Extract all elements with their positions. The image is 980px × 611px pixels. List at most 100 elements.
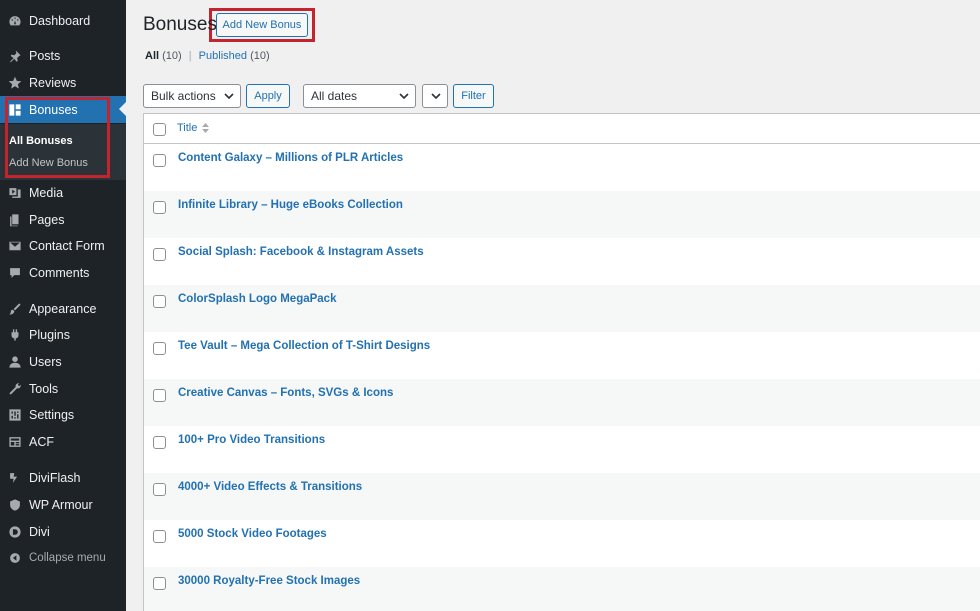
flash-icon (7, 470, 23, 486)
dates-select[interactable]: All dates (303, 84, 416, 108)
row-checkbox[interactable] (153, 248, 166, 261)
chevron-down-icon (224, 93, 234, 100)
plug-icon (7, 327, 23, 343)
sidebar-item-label: Dashboard (29, 13, 91, 28)
table-row: Creative Canvas – Fonts, SVGs & Icons (144, 379, 980, 426)
pages-icon (7, 212, 23, 228)
row-checkbox[interactable] (153, 483, 166, 496)
sidebar-item-diviflash[interactable]: DiviFlash (0, 464, 126, 491)
column-title-header[interactable]: Title (177, 122, 210, 134)
sidebar-item-tools[interactable]: Tools (0, 375, 126, 402)
acf-icon (7, 434, 23, 450)
bonuses-submenu: All Bonuses Add New Bonus (0, 124, 126, 180)
row-title-link[interactable]: 30000 Royalty-Free Stock Images (178, 575, 360, 587)
filter-all-link[interactable]: All (145, 50, 159, 62)
row-title-link[interactable]: Creative Canvas – Fonts, SVGs & Icons (178, 387, 393, 399)
row-title-link[interactable]: Infinite Library – Huge eBooks Collectio… (178, 199, 403, 211)
row-title-link[interactable]: 100+ Pro Video Transitions (178, 434, 325, 446)
grid-icon (7, 102, 23, 118)
table-row: Social Splash: Facebook & Instagram Asse… (144, 238, 980, 285)
sidebar-item-comments[interactable]: Comments (0, 259, 126, 286)
filter-published-link[interactable]: Published (199, 50, 247, 62)
row-checkbox[interactable] (153, 389, 166, 402)
sidebar-item-contact-form[interactable]: Contact Form (0, 232, 126, 259)
sidebar-item-label: Users (29, 354, 62, 369)
table-header: Title (144, 114, 980, 144)
row-checkbox[interactable] (153, 154, 166, 167)
row-checkbox[interactable] (153, 577, 166, 590)
shield-icon (7, 497, 23, 513)
sidebar-item-label: Tools (29, 381, 59, 396)
comment-icon (7, 265, 23, 281)
category-select[interactable] (422, 84, 448, 108)
sidebar-item-label: Plugins (29, 327, 70, 342)
filter-button[interactable]: Filter (453, 84, 494, 108)
sidebar-item-label: Appearance (29, 301, 97, 316)
bulk-actions-select[interactable]: Bulk actions (143, 84, 241, 108)
row-title-link[interactable]: Social Splash: Facebook & Instagram Asse… (178, 246, 424, 258)
sidebar-item-label: Bonuses (29, 102, 78, 117)
posts-table: Title Content Galaxy – Millions of PLR A… (143, 113, 980, 611)
sidebar-item-users[interactable]: Users (0, 348, 126, 375)
filter-all-count: (10) (162, 50, 182, 62)
brush-icon (7, 301, 23, 317)
sidebar-item-bonuses[interactable]: Bonuses (0, 96, 126, 123)
row-title-link[interactable]: ColorSplash Logo MegaPack (178, 293, 336, 305)
sidebar-item-label: DiviFlash (29, 470, 81, 485)
sidebar-item-wp-armour[interactable]: WP Armour (0, 491, 126, 518)
submenu-add-new-bonus[interactable]: Add New Bonus (9, 157, 88, 169)
sidebar-item-label: Pages (29, 212, 65, 227)
sidebar-item-label: Comments (29, 265, 90, 280)
sidebar-item-acf[interactable]: ACF (0, 428, 126, 455)
sidebar-item-plugins[interactable]: Plugins (0, 321, 126, 348)
sidebar-item-reviews[interactable]: Reviews (0, 69, 126, 96)
sidebar-item-posts[interactable]: Posts (0, 42, 126, 69)
collapse-menu-label: Collapse menu (29, 551, 106, 564)
sidebar-item-label: Media (29, 185, 64, 200)
row-checkbox[interactable] (153, 530, 166, 543)
row-title-link[interactable]: Tee Vault – Mega Collection of T-Shirt D… (178, 340, 430, 352)
media-icon (7, 185, 23, 201)
sidebar-item-divi[interactable]: Divi (0, 518, 126, 545)
table-row: Tee Vault – Mega Collection of T-Shirt D… (144, 332, 980, 379)
filter-separator: | (188, 50, 192, 62)
row-checkbox[interactable] (153, 201, 166, 214)
chevron-down-icon (431, 93, 441, 100)
sidebar-item-dashboard[interactable]: Dashboard (0, 7, 126, 34)
column-title-label: Title (177, 122, 198, 134)
select-all-checkbox[interactable] (153, 123, 166, 136)
sidebar-item-media[interactable]: Media (0, 179, 126, 206)
settings-icon (7, 407, 23, 423)
admin-sidebar: Dashboard Posts Reviews Bonuses All Bonu… (0, 0, 126, 611)
wrench-icon (7, 381, 23, 397)
collapse-arrow-icon (7, 550, 23, 566)
divi-icon (7, 524, 23, 540)
row-checkbox[interactable] (153, 295, 166, 308)
sidebar-item-label: Settings (29, 407, 75, 422)
page-title: Bonuses (143, 14, 217, 35)
collapse-menu-button[interactable]: Collapse menu (0, 544, 126, 571)
sidebar-item-label: ACF (29, 434, 54, 449)
table-row: Content Galaxy – Millions of PLR Article… (144, 144, 980, 191)
status-filter-links: All (10) | Published (10) (145, 50, 270, 62)
row-title-link[interactable]: Content Galaxy – Millions of PLR Article… (178, 152, 403, 164)
sidebar-item-pages[interactable]: Pages (0, 206, 126, 233)
chevron-down-icon (399, 93, 409, 100)
row-title-link[interactable]: 5000 Stock Video Footages (178, 528, 327, 540)
sidebar-item-appearance[interactable]: Appearance (0, 295, 126, 322)
apply-button[interactable]: Apply (246, 84, 290, 108)
add-new-bonus-button[interactable]: Add New Bonus (216, 13, 308, 37)
row-checkbox[interactable] (153, 436, 166, 449)
row-title-link[interactable]: 4000+ Video Effects & Transitions (178, 481, 362, 493)
submenu-all-bonuses[interactable]: All Bonuses (9, 135, 73, 147)
filter-published-count: (10) (250, 50, 270, 62)
sidebar-item-label: Posts (29, 48, 61, 63)
sidebar-item-label: Reviews (29, 75, 77, 90)
pin-icon (7, 48, 23, 64)
sidebar-item-settings[interactable]: Settings (0, 401, 126, 428)
row-checkbox[interactable] (153, 342, 166, 355)
sidebar-item-label: Contact Form (29, 238, 105, 253)
mail-icon (7, 238, 23, 254)
table-row: 30000 Royalty-Free Stock Images (144, 567, 980, 611)
sidebar-item-label: Divi (29, 524, 50, 539)
